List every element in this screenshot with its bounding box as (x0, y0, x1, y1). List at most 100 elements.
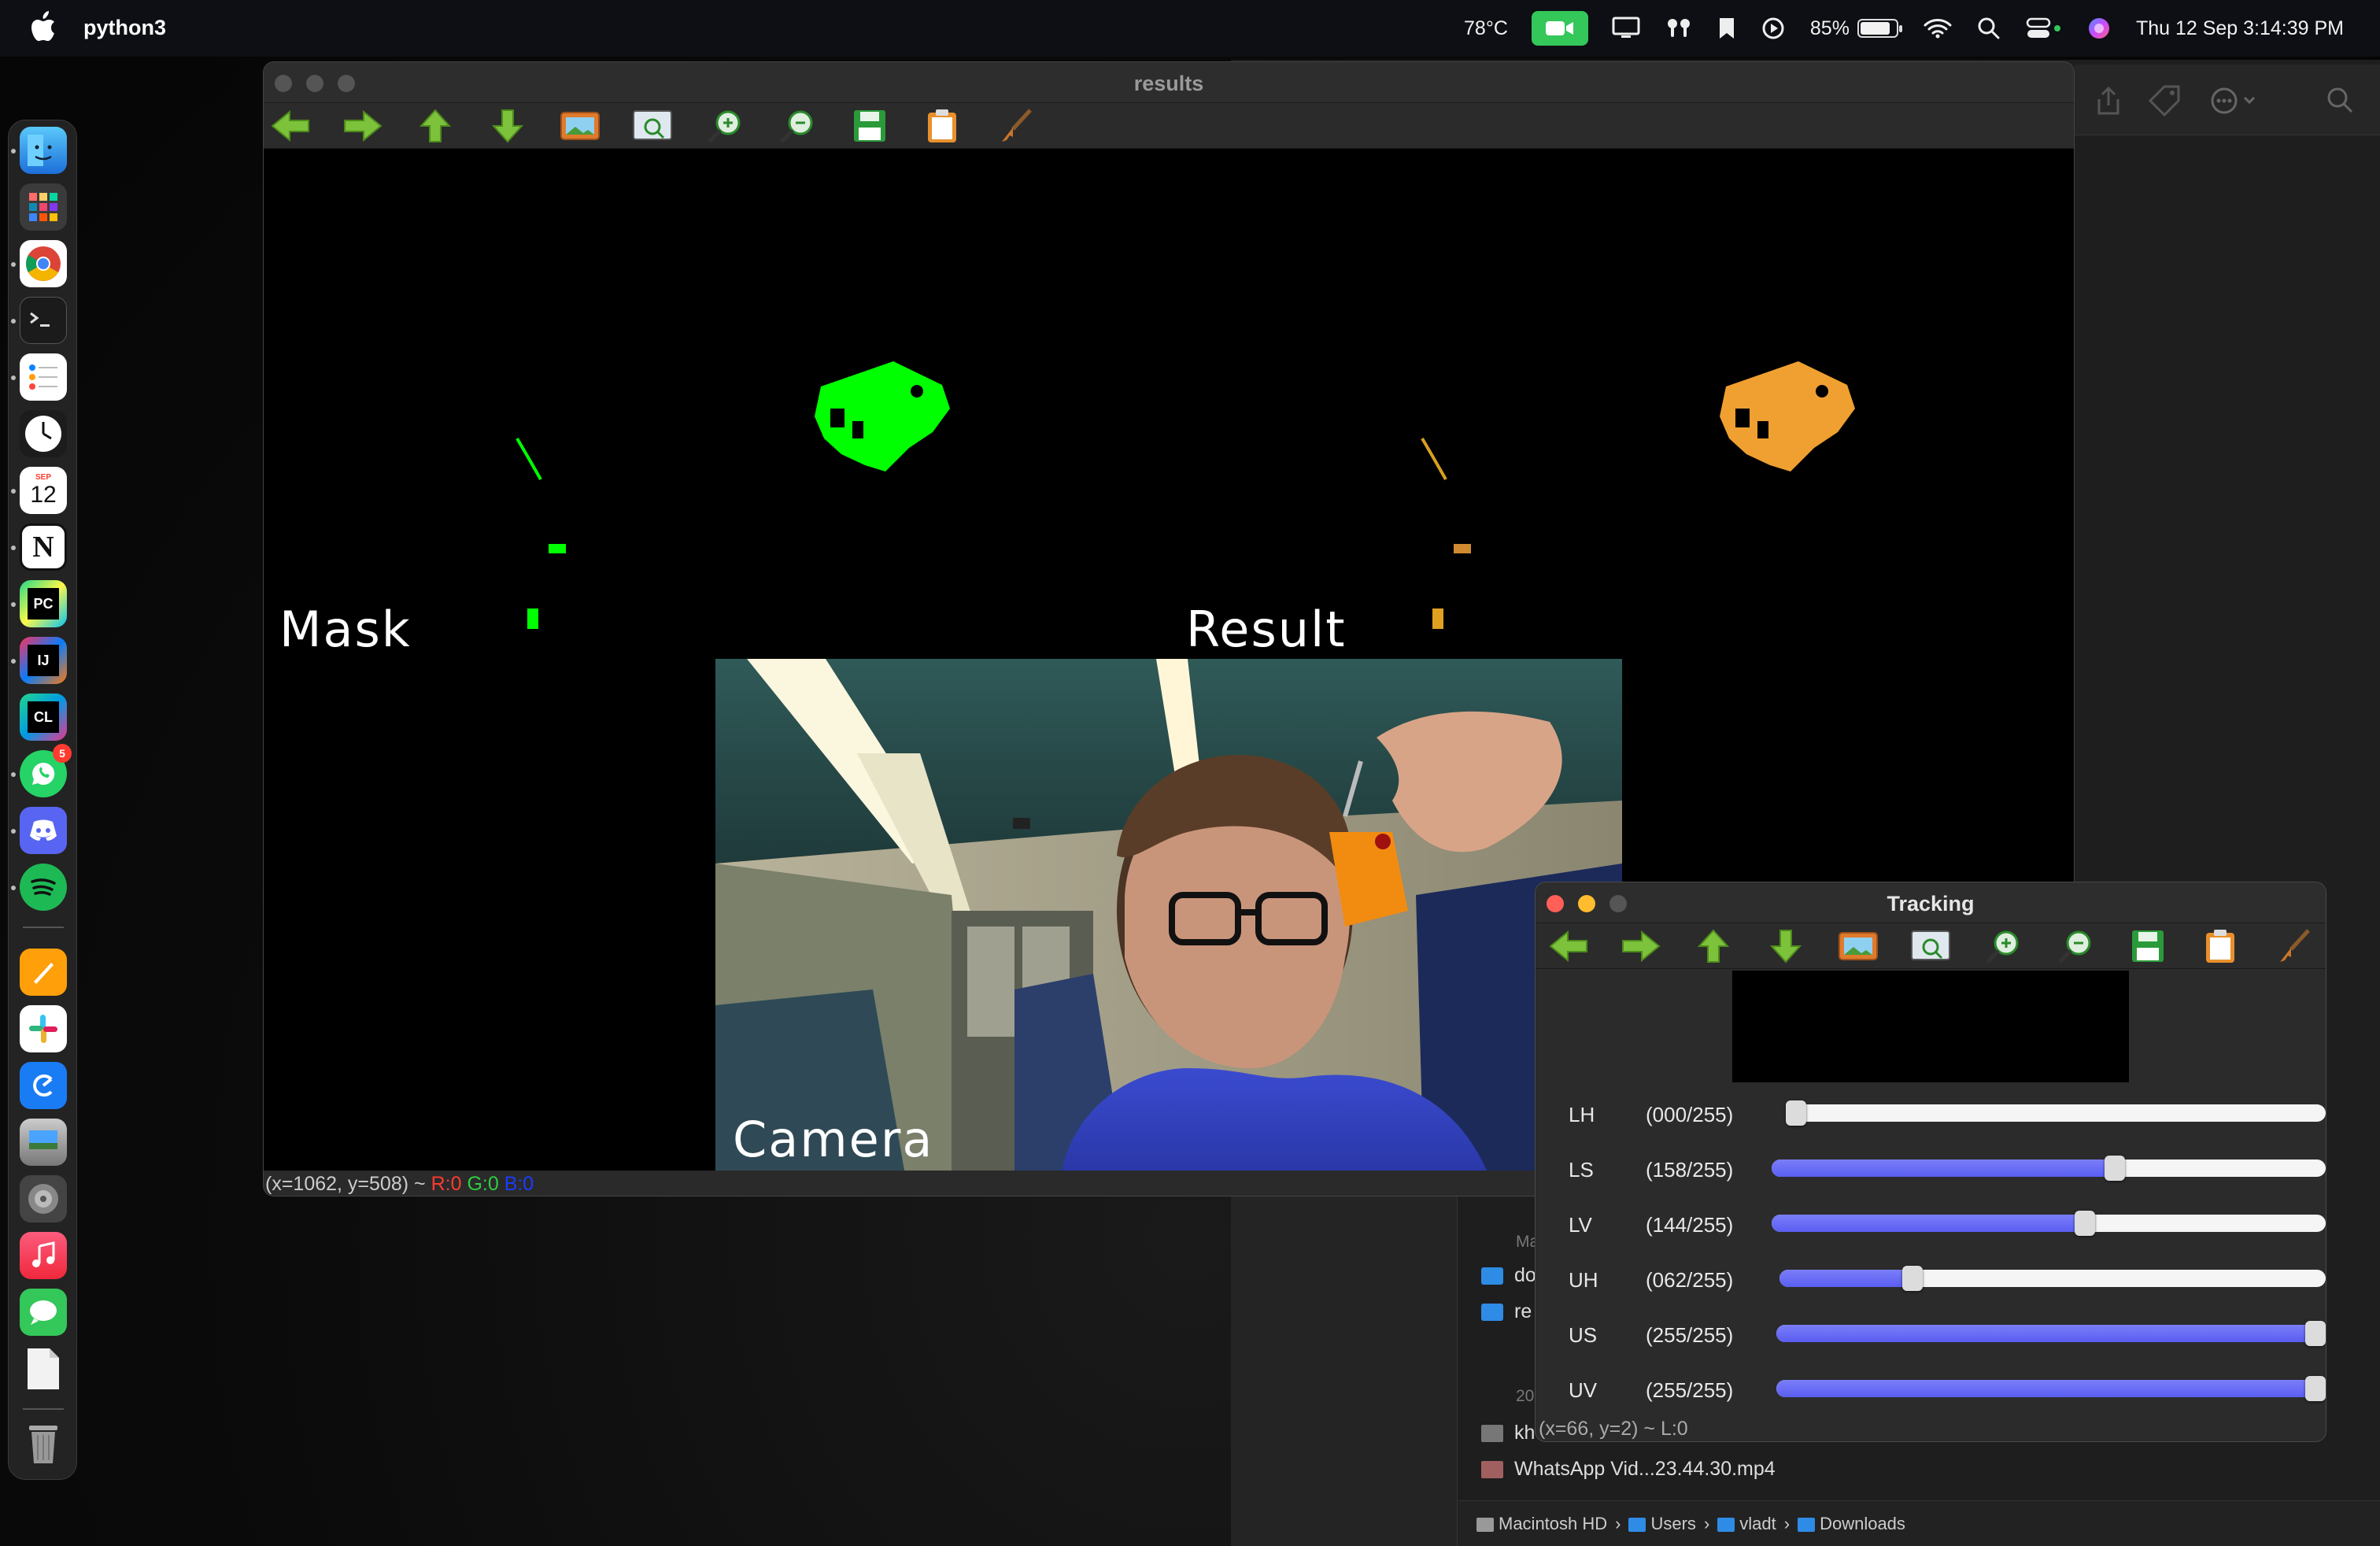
pan-right-button[interactable] (341, 108, 385, 144)
copy-to-clipboard-button[interactable] (2198, 928, 2242, 964)
intellij-icon[interactable]: IJ (20, 637, 67, 684)
finder-search-icon[interactable] (2325, 85, 2356, 117)
temperature-status[interactable]: 78°C (1451, 0, 1521, 57)
trackbar-knob[interactable] (2074, 1211, 2095, 1236)
zoom-out-button[interactable] (775, 108, 819, 144)
battery-status[interactable]: 85% (1798, 0, 1911, 57)
trackbar-fill (1772, 1215, 2085, 1232)
zoom-to-original-button[interactable] (558, 108, 602, 144)
clock-datetime[interactable]: Thu 12 Sep 3:14:39 PM (2123, 0, 2356, 57)
slack-icon[interactable] (20, 1005, 67, 1052)
camera-in-use-icon[interactable] (1531, 11, 1588, 46)
wifi-icon[interactable] (1911, 0, 1964, 57)
zoom-out-button[interactable] (2053, 928, 2097, 964)
finder-row[interactable]: WhatsApp Vid...23.44.30.mp4 (1481, 1458, 1776, 1481)
trackbar-knob[interactable] (2305, 1376, 2326, 1401)
zoom-out-icon (2058, 930, 2091, 963)
trackbar-knob[interactable] (1786, 1100, 1806, 1126)
trackbar-uv: UV (255/255) (1536, 1364, 2326, 1411)
siri-icon[interactable] (2075, 0, 2123, 57)
pan-left-button[interactable] (268, 108, 312, 144)
whatsapp-icon[interactable]: 5 (20, 744, 72, 797)
fit-window-button[interactable] (630, 108, 674, 144)
finder-sidebar (1231, 1181, 1458, 1546)
notion-icon[interactable]: N (20, 523, 67, 571)
calendar-icon[interactable]: SEP 12 (20, 467, 67, 514)
menu-bar: python3 78°C 85% Thu 12 Sep 3:14:39 PM (0, 0, 2380, 57)
path-item[interactable]: Users (1628, 1514, 1696, 1534)
finder-row[interactable]: do (1481, 1264, 1536, 1287)
window-title: Tracking (1887, 892, 1975, 915)
trackbar-slider[interactable] (1772, 1211, 2326, 1236)
airpods-icon[interactable] (1653, 0, 1705, 57)
copy-to-clipboard-button[interactable] (920, 108, 964, 144)
display-icon[interactable] (1599, 0, 1653, 57)
trash-icon[interactable] (20, 1419, 67, 1466)
trackbar-knob[interactable] (2105, 1156, 2126, 1181)
pycharm-icon[interactable]: PC (20, 580, 67, 627)
music-icon[interactable] (20, 1232, 67, 1279)
path-item[interactable]: vladt (1717, 1514, 1776, 1534)
trackbar-label: LV (1569, 1213, 1592, 1237)
trackbar-slider[interactable] (1776, 1376, 2326, 1401)
dock-separator (23, 926, 64, 928)
preview-icon[interactable] (20, 1119, 67, 1166)
save-image-button[interactable] (848, 108, 892, 144)
terminal-icon[interactable] (20, 297, 67, 344)
pan-up-button[interactable] (413, 108, 457, 144)
path-item[interactable]: Macintosh HD (1476, 1514, 1607, 1534)
bookmark-icon[interactable] (1705, 0, 1749, 57)
reminders-icon[interactable] (20, 353, 67, 401)
zoom-in-button[interactable] (703, 108, 747, 144)
system-settings-icon[interactable] (20, 1175, 67, 1222)
spotify-icon[interactable] (20, 864, 67, 911)
chrome-icon[interactable] (20, 240, 67, 287)
path-item[interactable]: Downloads (1798, 1514, 1905, 1534)
messages-icon[interactable] (20, 1289, 67, 1336)
share-icon[interactable] (2095, 85, 2122, 117)
discord-icon[interactable] (20, 807, 67, 854)
zoom-in-button[interactable] (1981, 928, 2025, 964)
clock-app-icon[interactable] (20, 410, 67, 457)
document-icon[interactable] (20, 1345, 67, 1393)
control-center-icon[interactable] (2013, 0, 2075, 57)
trackbar-slider[interactable] (1779, 1266, 2326, 1291)
proxyman-icon[interactable] (20, 1062, 67, 1109)
properties-button[interactable] (992, 108, 1037, 144)
pages-icon[interactable] (20, 949, 67, 996)
pan-up-button[interactable] (1691, 928, 1735, 964)
launchpad-icon[interactable] (20, 183, 67, 231)
tag-icon[interactable] (2147, 85, 2182, 117)
arrow-right-icon (1622, 930, 1661, 962)
finder-row[interactable]: re (1481, 1300, 1532, 1323)
trackbar-label: LS (1569, 1158, 1594, 1182)
calendar-month: SEP (35, 472, 51, 482)
zoom-to-original-button[interactable] (1836, 928, 1880, 964)
apple-menu-icon[interactable] (30, 11, 57, 43)
spotlight-search-icon[interactable] (1964, 0, 2013, 57)
trackbar-knob[interactable] (2305, 1321, 2326, 1346)
pan-down-button[interactable] (486, 108, 530, 144)
mask-blob-small-a (549, 544, 566, 553)
trackbar-slider[interactable] (1772, 1156, 2326, 1181)
pan-left-button[interactable] (1547, 928, 1591, 964)
fit-window-button[interactable] (1909, 928, 1953, 964)
tracking-titlebar[interactable]: Tracking (1536, 882, 2326, 923)
trackbar-slider[interactable] (1776, 1321, 2326, 1346)
results-titlebar[interactable]: results (264, 62, 2074, 103)
finder-row[interactable]: kh (1481, 1422, 1535, 1444)
pan-right-button[interactable] (1619, 928, 1663, 964)
app-name[interactable]: python3 (83, 16, 166, 40)
finder-icon[interactable] (20, 127, 67, 174)
trackbar-slider[interactable] (1786, 1100, 2326, 1126)
now-playing-icon[interactable] (1749, 0, 1798, 57)
more-actions-icon[interactable] (2210, 85, 2260, 117)
trackbar-fill (1776, 1380, 2326, 1397)
pan-down-button[interactable] (1764, 928, 1808, 964)
clion-icon[interactable]: CL (20, 693, 67, 741)
save-image-button[interactable] (2126, 928, 2170, 964)
calendar-day: 12 (30, 481, 57, 508)
folder-icon (1481, 1267, 1503, 1285)
properties-button[interactable] (2271, 928, 2315, 964)
trackbar-knob[interactable] (1901, 1266, 1923, 1291)
